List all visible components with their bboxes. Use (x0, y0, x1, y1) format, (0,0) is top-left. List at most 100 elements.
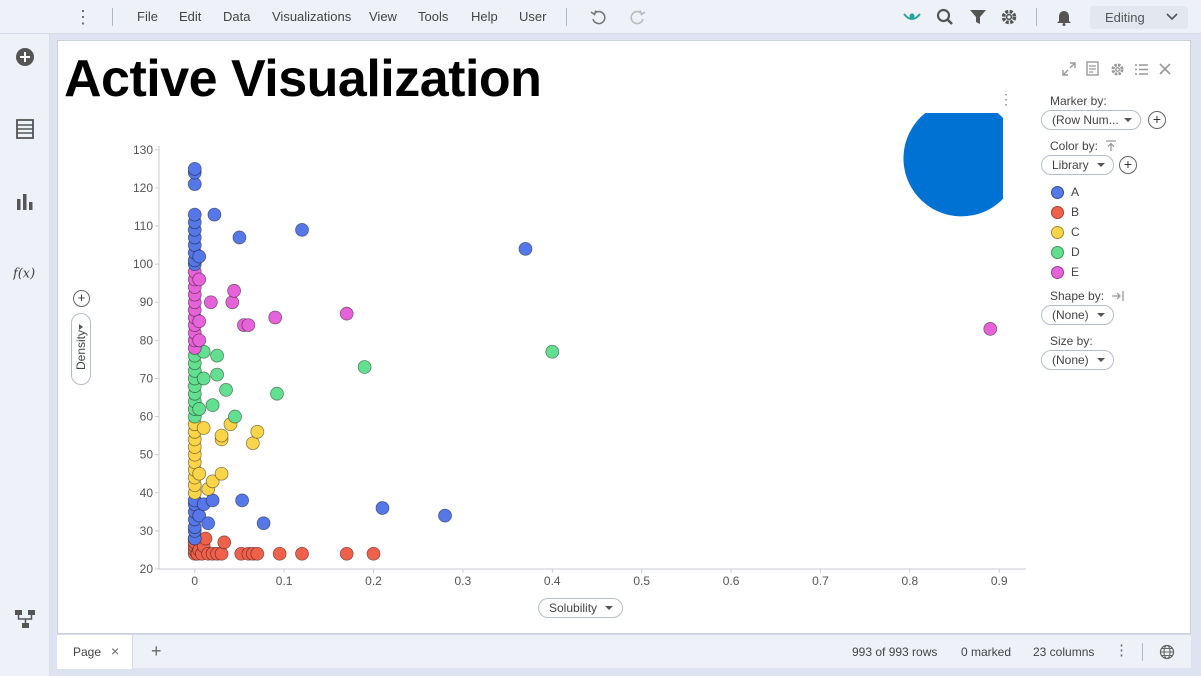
gear-icon[interactable] (998, 6, 1020, 28)
scatter-point[interactable] (192, 272, 207, 287)
scatter-point[interactable] (210, 367, 224, 382)
redo-icon[interactable] (627, 6, 649, 28)
scatter-point[interactable] (214, 428, 229, 443)
scatter-point[interactable] (268, 310, 283, 325)
close-icon[interactable] (1157, 61, 1173, 77)
scatter-point[interactable] (196, 371, 211, 386)
scatter-plot[interactable]: 20 30 40 50 60 70 80 90 100 110 120 130 0 0.1 0.2 0.3 0.… (58, 41, 1038, 631)
data-canvas-icon[interactable] (13, 607, 37, 631)
menu-help[interactable]: Help (471, 0, 498, 34)
search-icon[interactable] (934, 6, 956, 28)
scatter-point[interactable] (438, 508, 452, 523)
scatter-point[interactable] (214, 546, 229, 561)
size-by-dropdown[interactable]: (None) (1041, 350, 1114, 370)
legend-toggle-icon[interactable] (1133, 61, 1149, 77)
scatter-point[interactable] (339, 546, 354, 561)
mode-dropdown[interactable]: Editing (1090, 6, 1188, 29)
maximize-icon[interactable] (1061, 61, 1077, 77)
main-menu-icon[interactable]: ⋮ (74, 7, 92, 27)
globe-icon[interactable] (1159, 644, 1175, 660)
scatter-point[interactable] (545, 344, 560, 359)
scatter-point[interactable] (192, 333, 207, 348)
shape-by-dropdown[interactable]: (None) (1041, 305, 1114, 325)
status-more-icon[interactable]: ⋮ (1114, 643, 1129, 659)
legend-swatch (1051, 186, 1064, 199)
scatter-point[interactable] (219, 382, 233, 397)
sort-top-icon[interactable] (1105, 140, 1117, 152)
ai-recommendations-icon[interactable] (901, 6, 923, 28)
scatter-point[interactable] (518, 241, 533, 256)
chevron-down-icon (1124, 118, 1132, 122)
function-icon[interactable]: f(x) (13, 261, 37, 285)
menu-visualizations[interactable]: Visualizations (272, 0, 351, 34)
x-axis-selector[interactable]: Solubility (538, 598, 623, 618)
chevron-down-icon (1166, 13, 1178, 21)
scatter-point[interactable] (210, 348, 224, 363)
y-tick-label: 100 (133, 257, 153, 271)
scatter-point[interactable] (187, 207, 202, 222)
details-icon[interactable] (1085, 61, 1101, 77)
y-tick-label: 30 (140, 524, 154, 538)
scatter-point[interactable] (192, 249, 207, 264)
scatter-point[interactable] (207, 207, 222, 222)
scatter-point[interactable] (227, 283, 241, 298)
scatter-point[interactable] (192, 314, 207, 329)
scatter-point[interactable] (272, 546, 287, 561)
scatter-point[interactable] (203, 295, 218, 310)
filter-icon[interactable] (967, 6, 989, 28)
scatter-point[interactable] (295, 222, 309, 237)
menu-data[interactable]: Data (223, 0, 250, 34)
close-tab-icon[interactable]: × (111, 643, 119, 659)
scatter-point[interactable] (225, 295, 240, 310)
scatter-point[interactable] (256, 516, 271, 531)
scatter-point[interactable] (339, 306, 354, 321)
scatter-point[interactable] (250, 424, 265, 439)
legend-swatch (1051, 246, 1064, 259)
scatter-point[interactable] (270, 386, 284, 401)
scatter-point[interactable] (250, 546, 265, 561)
scatter-point[interactable] (366, 546, 381, 561)
x-tick-label: 0.6 (723, 574, 740, 588)
toolbar-separator (1036, 8, 1037, 26)
color-by-dropdown[interactable]: Library (1041, 155, 1114, 175)
notification-bell-icon[interactable] (1053, 6, 1075, 28)
scatter-point[interactable] (205, 398, 220, 413)
tab-page[interactable]: Page × (57, 635, 133, 669)
data-table-icon[interactable] (13, 117, 37, 141)
scatter-point[interactable] (295, 546, 309, 561)
visualization-types-icon[interactable] (13, 189, 37, 213)
menu-view[interactable]: View (369, 0, 397, 34)
scatter-point[interactable] (192, 402, 207, 416)
scatter-point[interactable] (235, 493, 250, 508)
scatter-point[interactable] (228, 409, 242, 424)
y-axis-caret-icon (79, 324, 83, 330)
scatter-point[interactable] (187, 161, 202, 176)
scatter-point[interactable] (192, 466, 207, 481)
scatter-point[interactable] (241, 318, 256, 333)
scatter-point[interactable] (196, 421, 211, 435)
scatter-point[interactable] (232, 230, 247, 245)
scatter-point[interactable] (217, 535, 232, 550)
scatter-point[interactable] (214, 466, 229, 481)
menu-edit[interactable]: Edit (179, 0, 201, 34)
toolbar-separator (112, 8, 113, 26)
menu-user[interactable]: User (519, 0, 546, 34)
menu-file[interactable]: File (137, 0, 158, 34)
marker-by-dropdown[interactable]: (Row Num... (1041, 110, 1141, 130)
add-page-icon[interactable]: + (151, 641, 162, 662)
scatter-point[interactable] (983, 322, 998, 336)
scatter-point[interactable] (201, 516, 216, 531)
add-color-by-button[interactable]: + (1119, 156, 1137, 174)
undo-icon[interactable] (587, 6, 609, 28)
y-axis-selector[interactable]: Density (71, 313, 91, 385)
y-tick-label: 110 (134, 219, 153, 233)
vis-settings-icon[interactable] (1109, 61, 1125, 77)
shape-by-move-icon[interactable] (1111, 290, 1125, 302)
scatter-point[interactable] (375, 501, 390, 515)
y-tick-label: 60 (140, 410, 154, 424)
scatter-point[interactable] (357, 360, 372, 374)
add-data-icon[interactable] (13, 45, 37, 69)
add-y-axis-column-button[interactable]: + (73, 290, 90, 307)
menu-tools[interactable]: Tools (418, 0, 448, 34)
add-marker-by-button[interactable]: + (1148, 111, 1166, 129)
